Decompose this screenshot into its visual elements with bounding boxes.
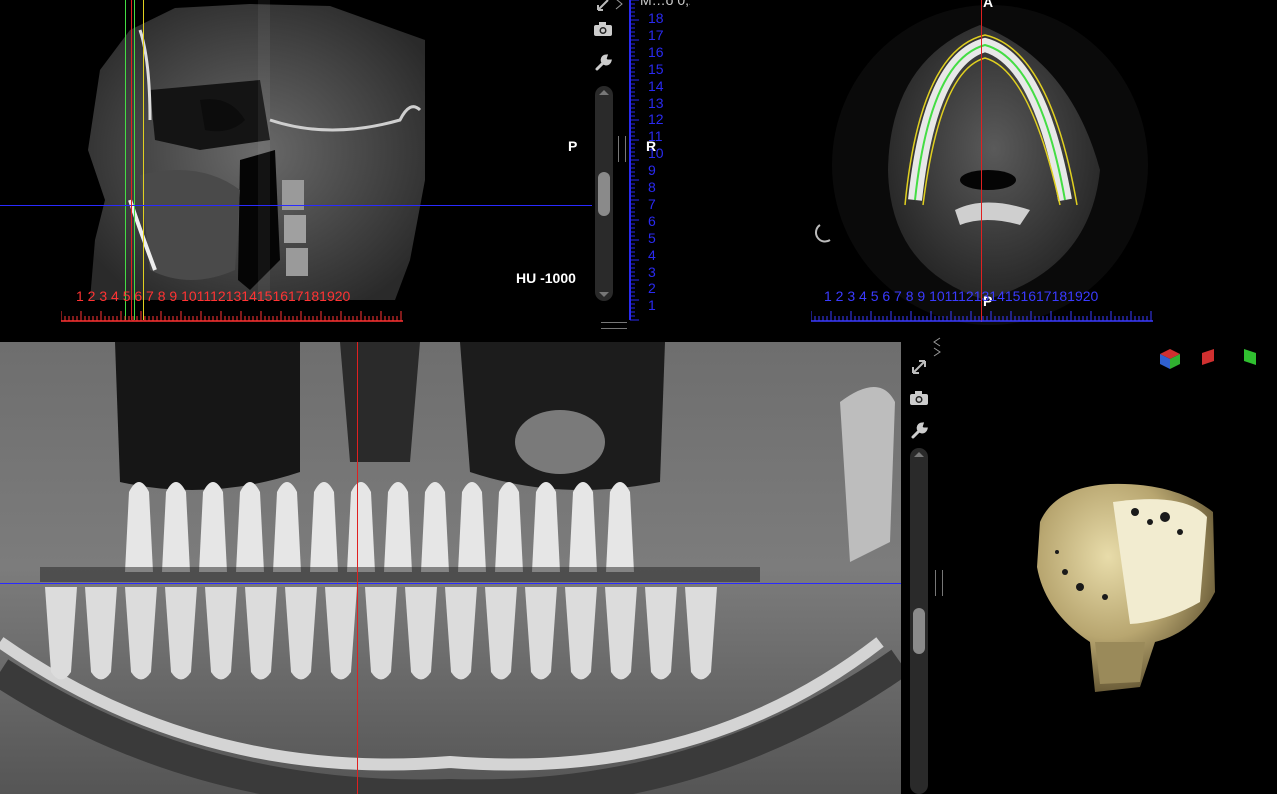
horizontal-crosshair[interactable] (0, 205, 592, 206)
upper-tooth (532, 482, 560, 572)
upper-tooth (273, 482, 301, 572)
green-guide-line[interactable] (125, 0, 126, 320)
camera-icon[interactable] (908, 387, 930, 409)
vertical-ruler-number: 3 (648, 263, 656, 280)
sagittal-ruler-ticks (61, 311, 403, 322)
expand-icon[interactable] (908, 356, 930, 378)
vertical-ruler-number: 14 (648, 77, 664, 94)
sagittal-view[interactable]: P HU -1000 1 2 3 4 5 6 7 8 9 10111213141… (0, 0, 592, 340)
scrollbar-thumb[interactable] (913, 608, 925, 654)
upper-tooth (606, 482, 634, 572)
upper-tooth (384, 482, 412, 572)
collapse-arrow-icon[interactable] (612, 0, 626, 15)
axial-ruler-ticks (811, 311, 1153, 322)
vertical-ruler-number: 13 (648, 94, 664, 111)
panoramic-view[interactable] (0, 342, 901, 794)
vertical-splitter-grip[interactable] (935, 570, 943, 596)
panoramic-image (0, 342, 901, 794)
camera-icon[interactable] (592, 18, 614, 40)
yellow-guide-line[interactable] (143, 0, 144, 320)
green-plane-icon[interactable] (1239, 346, 1261, 368)
sagittal-slice-scrollbar[interactable] (595, 86, 613, 301)
vertical-ruler-number: 2 (648, 280, 656, 297)
vertical-crosshair[interactable] (357, 342, 358, 794)
vertical-crosshair[interactable] (131, 0, 132, 320)
upper-tooth (162, 482, 190, 572)
scroll-down-icon[interactable] (599, 292, 609, 297)
panoramic-slice-scrollbar[interactable] (910, 448, 928, 794)
vertical-ruler-number: 16 (648, 43, 664, 60)
scrollbar-thumb[interactable] (598, 172, 610, 216)
expand-icon[interactable] (592, 0, 614, 16)
volume-3d-view[interactable] (945, 342, 1277, 794)
upper-tooth (495, 482, 523, 572)
upper-tooth (125, 482, 153, 572)
vertical-ruler-number: 5 (648, 229, 656, 246)
upper-tooth (310, 482, 338, 572)
scroll-up-icon[interactable] (599, 90, 609, 95)
upper-tooth (569, 482, 597, 572)
vertical-ruler-number: 4 (648, 246, 656, 263)
vertical-ruler-number: 12 (648, 111, 664, 128)
vertical-ruler-number: 6 (648, 212, 656, 229)
axis-cube-icon[interactable] (1157, 346, 1183, 372)
vertical-ruler-number: 18 (648, 10, 664, 26)
vertical-ruler-number: 7 (648, 195, 656, 212)
orientation-label-a: A (983, 0, 994, 10)
green-guide-line-2[interactable] (134, 0, 135, 320)
upper-tooth (236, 482, 264, 572)
upper-tooth (347, 482, 375, 572)
vertical-ruler-number: 8 (648, 179, 656, 195)
skull-3d-render (1037, 483, 1215, 692)
orientation-label-p: P (568, 138, 578, 154)
vertical-ruler-ticks (629, 0, 639, 321)
upper-tooth (421, 482, 449, 572)
wrench-icon[interactable] (592, 52, 614, 74)
vertical-crosshair[interactable] (981, 0, 982, 322)
vertical-ruler-number: 9 (648, 162, 656, 179)
vertical-ruler-numbers: 18 17 16 15 14 13 12 11 10 9 8 7 6 5 4 3 2 1 (648, 0, 688, 320)
horizontal-splitter-grip[interactable] (601, 322, 627, 329)
axial-view[interactable]: A P 1 2 3 4 5 6 7 8 9 101112131415161718… (690, 0, 1277, 340)
orientation-label-r: R (646, 138, 657, 154)
red-plane-icon[interactable] (1197, 346, 1219, 368)
vertical-ruler-number: 15 (648, 60, 664, 77)
hu-readout: HU -1000 (516, 270, 576, 286)
sagittal-ruler-numbers: 1 2 3 4 5 6 7 8 9 1011121314151617181920 (76, 288, 351, 304)
upper-tooth (458, 482, 486, 572)
scroll-up-icon[interactable] (914, 452, 924, 457)
axial-ruler-numbers: 1 2 3 4 5 6 7 8 9 1011121314151617181920 (824, 288, 1099, 304)
upper-tooth (199, 482, 227, 572)
horizontal-crosshair[interactable] (0, 583, 901, 584)
vertical-ruler-number: 1 (648, 297, 656, 314)
vertical-splitter-grip[interactable] (618, 136, 626, 162)
vertical-ruler-number: 17 (648, 26, 664, 43)
wrench-icon[interactable] (908, 420, 930, 442)
collapse-arrow-icon[interactable] (930, 336, 944, 358)
